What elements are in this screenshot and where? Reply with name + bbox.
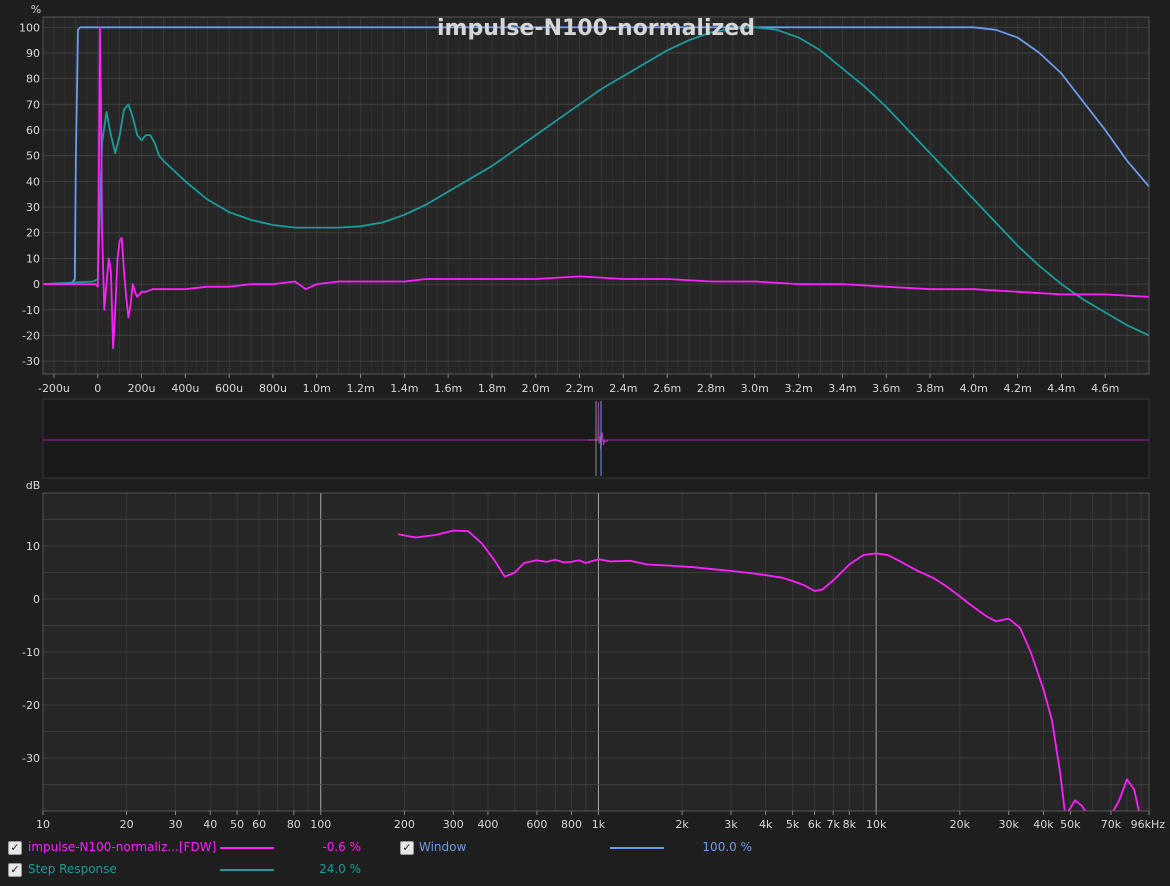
freq-x-tick-label: 40	[203, 818, 217, 831]
freq-x-tick-label: 4k	[759, 818, 773, 831]
time-x-tick-label: 1.8m	[478, 382, 506, 395]
freq-x-tick-label: 50	[230, 818, 244, 831]
time-x-tick-label: 1.4m	[390, 382, 418, 395]
time-plot-area[interactable]	[43, 17, 1149, 374]
time-x-tick-label: 3.0m	[741, 382, 769, 395]
freq-x-tick-label: 600	[526, 818, 547, 831]
freq-x-ticks: 10 20 30 40 50 60 80 100 200 300 400 600 800 1k 2k 3k 4k…	[36, 811, 1165, 831]
time-x-tick-label: 2.4m	[609, 382, 637, 395]
freq-y-tick-label: -30	[22, 752, 40, 765]
freq-y-tick-label: 0	[33, 593, 40, 606]
time-x-tick-label: 800u	[259, 382, 287, 395]
time-x-ticks: -200u 0 200u 400u 600u 800u 1.0m 1.2m 1.4m 1.6m 1.…	[38, 374, 1119, 395]
step-value: 24.0 %	[319, 862, 361, 876]
freq-x-tick-label: 80	[287, 818, 301, 831]
step-swatch	[220, 869, 274, 871]
window-swatch	[610, 847, 664, 849]
time-x-tick-label: 3.4m	[828, 382, 856, 395]
time-x-tick-label: 2.8m	[697, 382, 725, 395]
impulse-checkbox[interactable]: ✓	[8, 841, 22, 855]
freq-x-tick-label: 20	[120, 818, 134, 831]
freq-x-tick-label: 20k	[950, 818, 971, 831]
legend-item-impulse-label[interactable]: impulse-N100-normaliz...[FDW]	[28, 837, 216, 857]
time-y-tick-label: -30	[22, 355, 40, 368]
freq-x-tick-label: 40k	[1033, 818, 1054, 831]
window-value: 100.0 %	[702, 840, 752, 854]
legend-item-step[interactable]: ✓ Step Response 24.0 %	[0, 859, 390, 879]
freq-x-tick-label: 50k	[1060, 818, 1081, 831]
time-y-tick-label: 80	[26, 73, 40, 86]
time-x-tick-label: 2.6m	[653, 382, 681, 395]
step-checkbox[interactable]: ✓	[8, 863, 22, 877]
time-y-tick-label: 100	[19, 21, 40, 34]
time-y-tick-label: 50	[26, 150, 40, 163]
time-x-tick-label: 600u	[215, 382, 243, 395]
freq-y-ticks: 10 0 -10 -20 -30	[22, 540, 40, 765]
time-y-tick-label: 0	[33, 278, 40, 291]
impulse-swatch	[220, 847, 274, 849]
freq-x-tick-label: 70k	[1101, 818, 1122, 831]
freq-x-tick-label: 300	[443, 818, 464, 831]
freq-x-tick-label: 10k	[866, 818, 887, 831]
time-y-tick-label: 10	[26, 252, 40, 265]
time-y-tick-label: 90	[26, 47, 40, 60]
time-x-tick-label: 3.6m	[872, 382, 900, 395]
impulse-value: -0.6 %	[322, 840, 361, 854]
freq-x-tick-label: 100	[310, 818, 331, 831]
time-x-tick-label: 4.2m	[1003, 382, 1031, 395]
time-x-tick-label: 1.6m	[434, 382, 462, 395]
time-x-tick-label: 200u	[128, 382, 156, 395]
freq-x-tick-label: 30k	[999, 818, 1020, 831]
time-x-tick-label: 0	[94, 382, 101, 395]
time-x-tick-label: 4.6m	[1091, 382, 1119, 395]
legend-item-window-label[interactable]: Window	[419, 837, 466, 857]
freq-x-tick-label: 3k	[724, 818, 738, 831]
time-x-tick-label: 2.0m	[522, 382, 550, 395]
window-checkbox[interactable]: ✓	[400, 841, 414, 855]
freq-x-tick-label: 5k	[786, 818, 800, 831]
chart-canvas[interactable]: % 1009080706050403020100-10-20-30 -200u 0…	[0, 0, 1170, 836]
freq-x-tick-label: 400	[477, 818, 498, 831]
time-y-tick-label: -20	[22, 329, 40, 342]
freq-x-tick-label: 2k	[675, 818, 689, 831]
freq-x-tick-label: 1k	[592, 818, 606, 831]
freq-x-tick-label: 10	[36, 818, 50, 831]
freq-y-axis-label: dB	[26, 479, 41, 492]
time-x-tick-label: 2.2m	[565, 382, 593, 395]
impulse-response-window: % 100 90 80 70 60 50 40 30 20 10 0 -10 -20 -30 -200u 0…	[0, 0, 1170, 886]
freq-x-tick-label: 200	[394, 818, 415, 831]
time-y-tick-label: 60	[26, 124, 40, 137]
freq-x-tick-label: 30	[169, 818, 183, 831]
freq-y-tick-label: -10	[22, 646, 40, 659]
time-x-tick-label: 3.8m	[916, 382, 944, 395]
time-x-tick-label: 4.4m	[1047, 382, 1075, 395]
time-x-tick-label: 1.2m	[346, 382, 374, 395]
freq-y-tick-label: -20	[22, 699, 40, 712]
time-y-tick-label: 70	[26, 98, 40, 111]
time-y-tick-label: 30	[26, 201, 40, 214]
time-y-tick-label: -10	[22, 304, 40, 317]
freq-x-tick-label: 7k	[826, 818, 840, 831]
time-y-ticks: 1009080706050403020100-10-20-30	[19, 21, 40, 368]
time-y-tick-label: 20	[26, 227, 40, 240]
freq-x-tick-label: 6k	[808, 818, 822, 831]
legend-item-step-label[interactable]: Step Response	[28, 859, 117, 879]
time-x-tick-label: 3.2m	[784, 382, 812, 395]
freq-y-tick-label: 10	[26, 540, 40, 553]
time-x-tick-label: -200u	[38, 382, 70, 395]
time-x-tick-label: 1.0m	[303, 382, 331, 395]
time-y-tick-label: 40	[26, 175, 40, 188]
legend-item-impulse[interactable]: ✓ impulse-N100-normaliz...[FDW] -0.6 %	[0, 837, 390, 857]
time-x-tick-label: 4.0m	[960, 382, 988, 395]
freq-x-tick-label: 800	[561, 818, 582, 831]
freq-x-tick-label: 96kHz	[1131, 818, 1166, 831]
legend: ✓ impulse-N100-normaliz...[FDW] -0.6 % ✓…	[0, 836, 1170, 886]
freq-x-tick-label: 8k	[843, 818, 857, 831]
time-y-axis-label: %	[31, 3, 41, 16]
time-x-tick-label: 400u	[171, 382, 199, 395]
legend-item-window[interactable]: ✓ Window 100.0 %	[392, 837, 772, 857]
chart-title: impulse-N100-normalized	[437, 16, 755, 41]
freq-x-tick-label: 60	[252, 818, 266, 831]
